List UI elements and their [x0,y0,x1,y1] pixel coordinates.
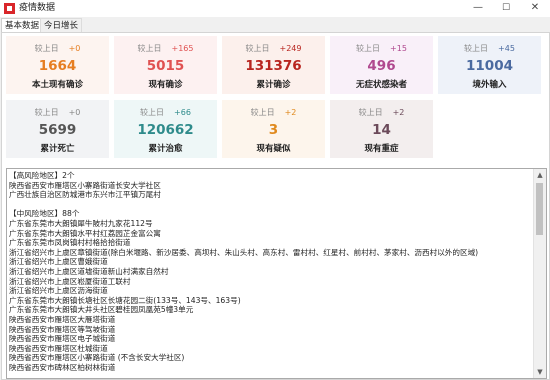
list-line: 陕西省西安市雁塔区电子城街道 [9,334,116,344]
stat-delta: 较上日 +2 [222,107,325,118]
stat-delta-value: +249 [279,44,302,53]
stat-card-suspected: 较上日 +2 3 现有疑似 [222,100,325,158]
stat-value: 1664 [38,58,77,74]
stat-label: 无症状感染者 [355,80,407,90]
list-line: 【中风险地区】88个 [9,209,80,219]
list-line: 广东省东莞市大朗镇大井头社区碧桂园凤凰苑5幢3单元 [9,305,194,315]
stat-compare-label: 较上日 [245,44,270,53]
stat-label: 累计确诊 [256,80,291,90]
list-line: 浙江省绍兴市上虞区道墟街道新山村满家自然村 [9,266,169,276]
stat-delta-value: +165 [171,44,194,53]
stat-value: 11004 [466,58,513,74]
list-line: 广东省东莞市大朗镇犀牛陂村九家花112号 [9,218,153,228]
list-line: 陕西省西安市雁塔区杜城街道 [9,343,108,353]
stat-value: 131376 [245,58,302,74]
stat-label: 累计死亡 [40,144,75,154]
stat-delta: 较上日 +2 [330,107,433,118]
stat-delta: 较上日 +45 [438,43,541,54]
list-line: 陕西省西安市雁塔区小寨路街道长安大学社区 [9,180,161,190]
stat-delta-value: +2 [284,108,297,117]
stat-card-asymptomatic: 较上日 +15 496 无症状感染者 [330,36,433,94]
list-line: 广西壮族自治区防城港市东兴市江平镇万尾村 [9,190,161,200]
list-line: 浙江省绍兴市上虞区曹娥街道 [9,257,108,267]
stat-delta-value: +15 [390,44,407,53]
stat-delta: 较上日 +15 [330,43,433,54]
stat-card-current-confirmed: 较上日 +165 5015 现有确诊 [114,36,217,94]
stat-label: 现有疑似 [256,144,291,154]
list-line: 陕西省西安市雁塔区小寨路街道 (不含长安大学社区) [9,353,185,363]
stat-compare-label: 较上日 [356,44,381,53]
stat-compare-label: 较上日 [140,108,165,117]
stat-delta: 较上日 +249 [222,43,325,54]
stat-compare-label: 较上日 [34,44,59,53]
stat-label: 现有重症 [364,144,399,154]
maximize-button[interactable]: ☐ [492,0,520,17]
tab-bar: 基本数据 今日增长 [0,17,550,33]
stat-value: 496 [367,58,396,74]
stat-card-total-confirmed: 较上日 +249 131376 累计确诊 [222,36,325,94]
stat-compare-label: 较上日 [137,44,162,53]
risk-area-lines: 【高风险地区】2个 陕西省西安市雁塔区小寨路街道长安大学社区 广西壮族自治区防城港市… [9,171,531,372]
stat-card-total-cured: 较上日 +66 120662 累计治愈 [114,100,217,158]
stat-delta-value: +45 [498,44,515,53]
stat-compare-label: 较上日 [250,108,275,117]
risk-area-listbox[interactable]: 【高风险地区】2个 陕西省西安市雁塔区小寨路街道长安大学社区 广西壮族自治区防城港市… [6,168,547,379]
stat-label: 现有确诊 [148,80,183,90]
list-line: 陕西省西安市雁塔区大雁塔街道 [9,314,116,324]
scrollbar-thumb[interactable] [536,183,543,235]
stat-delta-value: +66 [174,108,191,117]
window-titlebar: 疫情数据 — ☐ ✕ [0,0,550,17]
stat-delta-value: +2 [392,108,405,117]
list-line: 浙江省绍兴市上虞区崧厦街道工联村 [9,276,131,286]
list-line: 【高风险地区】2个 [9,171,75,180]
close-button[interactable]: ✕ [521,0,549,17]
scroll-down-icon[interactable]: ▼ [534,366,546,378]
stat-card-total-deaths: 较上日 +0 5699 累计死亡 [6,100,109,158]
list-line: 广东省东莞市凤岗镇村村格拾拾街道 [9,238,131,248]
list-line: 浙江省绍兴市上虞区沥海街道 [9,286,108,296]
stat-label: 本土现有确诊 [31,80,83,90]
stat-compare-label: 较上日 [464,44,489,53]
stat-delta: 较上日 +0 [6,43,109,54]
stat-value: 5015 [146,58,185,74]
list-line: 广东省东莞市大朗镇长塘社区长塘花园二街(133号、143号、163号) [9,295,241,305]
stat-card-imported: 较上日 +45 11004 境外输入 [438,36,541,94]
list-line: 陕西省西安市雁塔区等驾坡街道 [9,324,116,334]
stat-card-local-confirmed: 较上日 +0 1664 本土现有确诊 [6,36,109,94]
stat-value: 5699 [38,122,77,138]
scroll-up-icon[interactable]: ▲ [534,169,546,181]
window-title: 疫情数据 [19,3,56,13]
stat-label: 境外输入 [472,80,507,90]
list-line: 浙江省绍兴市上虞区章镇街道(除白米堰路、新沙居委、高坝村、朱山头村、高东村、雷村… [9,247,479,257]
vertical-scrollbar[interactable]: ▲ ▼ [533,169,546,378]
stat-delta-value: +0 [68,108,81,117]
list-line [9,200,531,210]
app-logo-icon [4,3,15,14]
list-line: 陕西省西安市碑林区柏树林街道 [9,362,116,372]
tab-basic-data[interactable]: 基本数据 [1,18,44,33]
stat-card-severe: 较上日 +2 14 现有重症 [330,100,433,158]
stat-delta: 较上日 +66 [114,107,217,118]
stat-delta: 较上日 +165 [114,43,217,54]
stat-compare-label: 较上日 [34,108,59,117]
stat-delta-value: +0 [68,44,81,53]
stat-value: 3 [268,122,279,138]
stat-compare-label: 较上日 [358,108,383,117]
stat-label: 累计治愈 [148,144,183,154]
list-line: 广东省东莞市大朗镇水平村红荔园芷金富公寓 [9,228,161,238]
stat-value: 120662 [137,122,194,138]
minimize-button[interactable]: — [464,0,492,17]
stat-value: 14 [372,122,391,138]
content-panel: 较上日 +0 1664 本土现有确诊 较上日 +165 5015 现有确诊 较上日 +249 131… [1,32,550,380]
tab-today-growth[interactable]: 今日增长 [40,18,83,33]
stat-delta: 较上日 +0 [6,107,109,118]
